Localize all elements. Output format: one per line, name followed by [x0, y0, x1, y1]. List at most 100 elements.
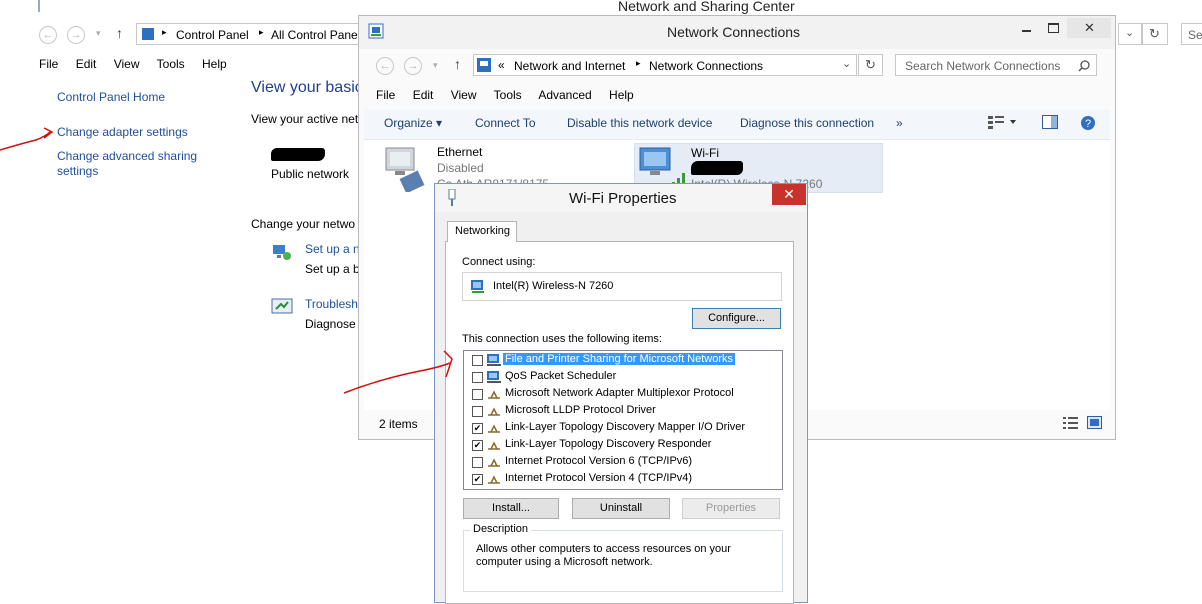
svg-text:?: ? [1085, 118, 1091, 130]
breadcrumb-network-connections[interactable]: Network Connections [649, 59, 763, 73]
item-checkbox[interactable]: ✔ [472, 440, 483, 451]
wifi-properties-title: Wi-Fi Properties [569, 190, 677, 207]
maximize-button[interactable] [1041, 18, 1067, 36]
list-item[interactable]: File and Printer Sharing for Microsoft N… [464, 352, 782, 368]
network-client-icon [487, 354, 501, 366]
troubleshoot-desc: Diagnose [305, 317, 356, 331]
disable-device-button[interactable]: Disable this network device [567, 116, 712, 130]
nc-menu-tools[interactable]: Tools [494, 88, 522, 102]
install-button[interactable]: Install... [463, 498, 559, 519]
minimize-button[interactable] [1013, 18, 1039, 36]
control-panel-home-link[interactable]: Control Panel Home [57, 90, 237, 104]
network-connections-titlebar: Network Connections ✕ [359, 16, 1115, 49]
change-view-button[interactable] [988, 115, 1018, 132]
nc-menu-view[interactable]: View [451, 88, 477, 102]
menu-help[interactable]: Help [202, 57, 227, 71]
menu-tools[interactable]: Tools [157, 57, 185, 71]
control-panel-icon [142, 28, 154, 40]
forward-button[interactable]: → [67, 26, 85, 44]
list-item[interactable]: Microsoft Network Adapter Multiplexor Pr… [464, 386, 782, 402]
nc-back-button[interactable]: ← [376, 57, 394, 75]
list-item[interactable]: ✔ Link-Layer Topology Discovery Responde… [464, 437, 782, 453]
breadcrumb-network-and-internet[interactable]: Network and Internet [514, 59, 625, 73]
wifi-properties-titlebar: Wi-Fi Properties ✕ [435, 184, 807, 212]
item-checkbox[interactable] [472, 406, 483, 417]
item-checkbox[interactable] [472, 457, 483, 468]
dialog-close-button[interactable]: ✕ [772, 184, 806, 205]
protocol-icon [488, 458, 500, 467]
details-view-button[interactable] [1063, 416, 1079, 433]
close-icon: ✕ [1084, 20, 1095, 35]
change-advanced-sharing-line2: settings [57, 164, 99, 178]
change-networking-heading: Change your netwo [251, 217, 356, 231]
protocol-icon [488, 424, 500, 433]
sharing-address-bar[interactable]: ▸ Control Panel ▸ All Control Pane [136, 23, 361, 45]
diagnose-connection-button[interactable]: Diagnose this connection [740, 116, 874, 130]
item-checkbox[interactable] [472, 372, 483, 383]
item-label: Link-Layer Topology Discovery Mapper I/O… [505, 421, 746, 433]
more-commands-button[interactable]: » [896, 116, 903, 130]
item-label: Microsoft Network Adapter Multiplexor Pr… [505, 387, 734, 399]
protocol-icon [488, 475, 500, 484]
nc-menu-help[interactable]: Help [609, 88, 634, 102]
item-checkbox[interactable] [472, 355, 483, 366]
breadcrumb-separator-icon: ▸ [259, 27, 264, 37]
preview-pane-button[interactable] [1042, 115, 1058, 132]
list-item[interactable]: ✔ Link-Layer Topology Discovery Mapper I… [464, 420, 782, 436]
list-item[interactable]: QoS Packet Scheduler [464, 369, 782, 385]
view-options-icon [988, 116, 1016, 129]
sharing-refresh-button[interactable]: ↻ [1142, 23, 1168, 45]
ethernet-status: Disabled [437, 161, 484, 175]
sharing-address-dropdown[interactable]: ⌄ [1118, 23, 1142, 45]
search-icon [1078, 60, 1090, 72]
item-checkbox[interactable]: ✔ [472, 474, 483, 485]
nc-up-button[interactable]: ↑ [454, 56, 461, 72]
list-item[interactable]: Internet Protocol Version 6 (TCP/IPv6) [464, 454, 782, 470]
list-item[interactable]: Microsoft LLDP Protocol Driver [464, 403, 782, 419]
breadcrumb-all-control-panel[interactable]: All Control Pane [271, 28, 358, 42]
breadcrumb-control-panel[interactable]: Control Panel [176, 28, 249, 42]
sharing-search-input[interactable]: Se [1181, 23, 1202, 45]
troubleshoot-link[interactable]: Troublesh [305, 297, 358, 311]
change-adapter-settings-link[interactable]: Change adapter settings [57, 125, 237, 139]
help-button[interactable]: ? [1080, 115, 1096, 134]
breadcrumb-overflow[interactable]: « [498, 58, 505, 72]
organize-button[interactable]: Organize ▾ [384, 116, 442, 130]
close-window-button[interactable]: ✕ [1067, 18, 1111, 38]
properties-button[interactable]: Properties [682, 498, 780, 519]
connect-to-button[interactable]: Connect To [475, 116, 536, 130]
troubleshoot-icon [271, 297, 293, 317]
annotation-arrow-items [343, 350, 453, 394]
nc-recent-dropdown-icon[interactable]: ▾ [433, 60, 438, 71]
change-advanced-sharing-link[interactable]: Change advanced sharing settings [57, 149, 237, 179]
protocol-icon [488, 407, 500, 416]
menu-file[interactable]: File [39, 57, 58, 71]
chevron-down-icon[interactable]: ⌄ [842, 57, 851, 70]
recent-dropdown-icon[interactable]: ▾ [96, 28, 101, 39]
nc-forward-button[interactable]: → [404, 57, 422, 75]
back-button[interactable]: ← [39, 26, 57, 44]
connection-items-list[interactable]: File and Printer Sharing for Microsoft N… [463, 350, 783, 490]
item-checkbox[interactable] [472, 389, 483, 400]
list-item[interactable]: ✔ Internet Protocol Version 4 (TCP/IPv4) [464, 471, 782, 487]
sharing-menu-bar: File Edit View Tools Help [39, 57, 241, 71]
annotation-arrow-left [0, 127, 54, 151]
menu-edit[interactable]: Edit [76, 57, 97, 71]
minimize-icon [1022, 30, 1031, 32]
item-checkbox[interactable]: ✔ [472, 423, 483, 434]
set-up-connection-link[interactable]: Set up a n [305, 242, 360, 256]
menu-view[interactable]: View [114, 57, 140, 71]
tiles-view-button[interactable] [1087, 416, 1103, 433]
nc-search-input[interactable]: Search Network Connections [895, 54, 1097, 76]
nc-refresh-button[interactable]: ↻ [858, 54, 883, 76]
uninstall-button[interactable]: Uninstall [572, 498, 670, 519]
nc-menu-file[interactable]: File [376, 88, 395, 102]
nc-menu-advanced[interactable]: Advanced [538, 88, 591, 102]
tab-networking[interactable]: Networking [447, 221, 517, 242]
up-button[interactable]: ↑ [116, 25, 123, 41]
item-label: Internet Protocol Version 6 (TCP/IPv6) [505, 455, 693, 467]
configure-button[interactable]: Configure... [692, 308, 781, 329]
nc-menu-edit[interactable]: Edit [413, 88, 434, 102]
item-count: 2 items [379, 417, 418, 431]
nc-address-bar[interactable]: « Network and Internet ▸ Network Connect… [473, 54, 857, 76]
